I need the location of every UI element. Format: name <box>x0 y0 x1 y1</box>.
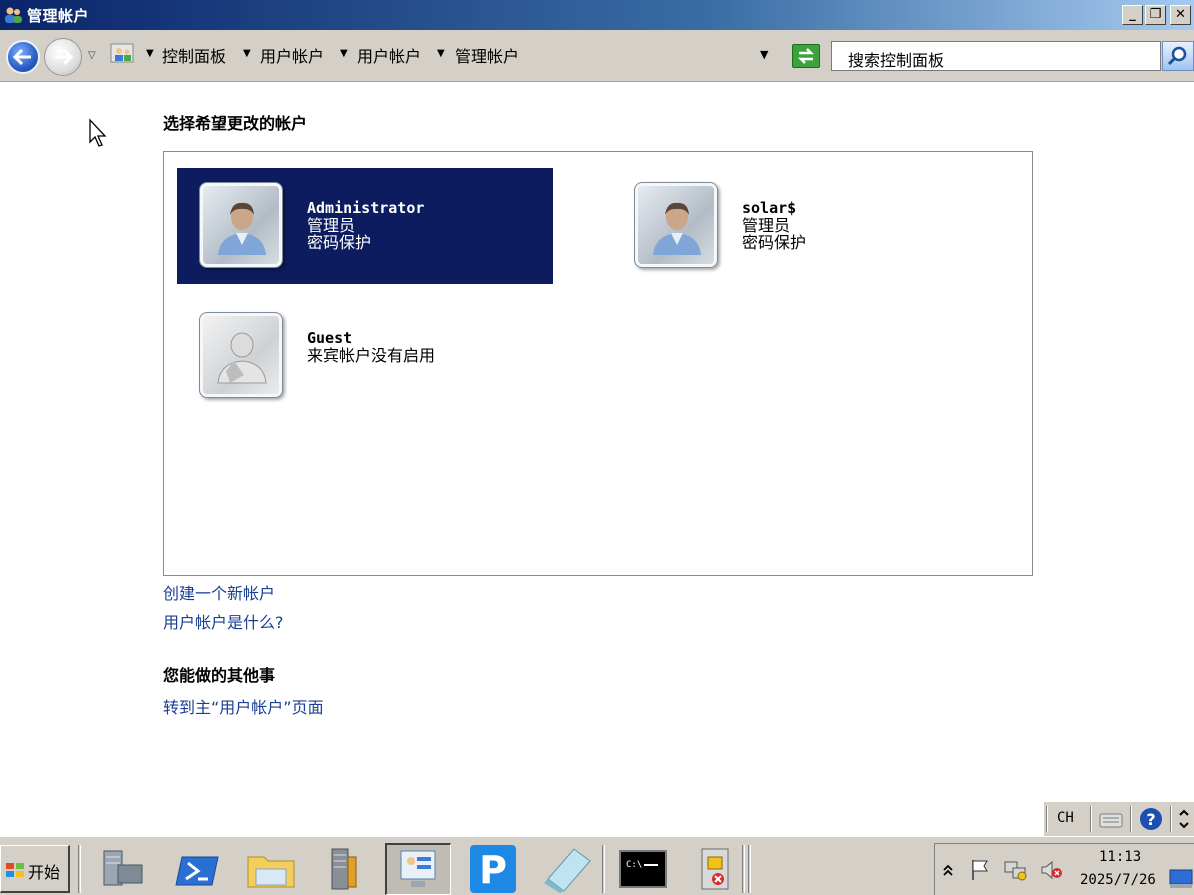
search-icon <box>1167 46 1187 66</box>
control-panel-taskbar-icon[interactable] <box>385 843 451 895</box>
refresh-icon <box>797 48 815 64</box>
forward-button[interactable] <box>44 38 82 76</box>
breadcrumb-manage-accounts[interactable]: 管理帐户 <box>455 43 519 67</box>
account-solar[interactable]: solar$ 管理员 密码保护 <box>612 168 988 284</box>
account-administrator[interactable]: Administrator 管理员 密码保护 <box>177 168 553 284</box>
close-button[interactable]: ✕ <box>1170 5 1191 25</box>
account-role: 管理员 <box>742 216 791 235</box>
start-label: 开始 <box>28 863 61 882</box>
page-title: 选择希望更改的帐户 <box>163 114 308 133</box>
account-name: Administrator <box>307 199 425 217</box>
account-name: solar$ <box>742 199 797 217</box>
svg-text:?: ? <box>1146 810 1155 829</box>
breadcrumb-separator-icon[interactable]: ▼ <box>340 48 348 59</box>
window-title: 管理帐户 <box>27 7 90 25</box>
file-explorer-icon[interactable] <box>238 843 304 895</box>
taskbar: 开始 P C:\ <box>0 836 1194 895</box>
langbar-separator <box>1130 806 1132 832</box>
breadcrumb-control-panel[interactable]: 控制面板 <box>162 43 226 67</box>
search-input[interactable]: 搜索控制面板 <box>831 41 1161 71</box>
langbar-options-icon[interactable] <box>1178 808 1190 830</box>
taskbar-separator <box>78 845 81 893</box>
language-bar: CH ? <box>1043 802 1194 836</box>
arrow-right-icon <box>55 48 73 66</box>
control-panel-icon <box>110 43 134 63</box>
network-icon[interactable] <box>1003 858 1029 882</box>
breadcrumb-separator-icon[interactable]: ▼ <box>437 48 445 59</box>
taskbar-separator <box>742 845 745 893</box>
language-indicator[interactable]: CH <box>1057 810 1074 826</box>
accounts-panel: Administrator 管理员 密码保护 solar$ 管理员 密码保护 G… <box>163 151 1033 576</box>
account-name: Guest <box>307 329 353 347</box>
back-button[interactable] <box>6 40 40 74</box>
other-tasks-heading: 您能做的其他事 <box>163 666 276 685</box>
account-status: 来宾帐户没有启用 <box>307 346 436 365</box>
mouse-cursor-icon <box>89 118 107 147</box>
refresh-button[interactable] <box>792 44 820 68</box>
what-is-account-link[interactable]: 用户帐户是什么? <box>163 609 284 633</box>
langbar-separator <box>1090 806 1092 832</box>
search-button[interactable] <box>1162 41 1194 71</box>
breadcrumb-separator-icon[interactable]: ▼ <box>146 48 154 59</box>
clock-time[interactable]: 11:13 <box>1099 849 1141 865</box>
volume-muted-icon[interactable] <box>1039 858 1065 882</box>
main-user-accounts-link[interactable]: 转到主“用户帐户”页面 <box>163 694 324 718</box>
powershell-icon[interactable] <box>166 843 232 895</box>
guest-avatar-icon <box>199 312 283 398</box>
user-accounts-icon <box>5 7 22 23</box>
account-guest[interactable]: Guest 来宾帐户没有启用 <box>177 298 553 414</box>
admin-tools-icon[interactable] <box>312 843 378 895</box>
taskbar-separator <box>602 845 605 893</box>
windows-logo-icon <box>6 863 24 877</box>
start-button[interactable]: 开始 <box>0 845 70 893</box>
search-placeholder: 搜索控制面板 <box>848 51 945 70</box>
breadcrumb-separator-icon[interactable]: ▼ <box>243 48 251 59</box>
minimize-button[interactable]: _ <box>1122 5 1143 25</box>
tray-expand-icon[interactable] <box>941 862 955 878</box>
taskbar-separator <box>748 845 751 893</box>
show-desktop-icon[interactable] <box>1169 868 1193 890</box>
user-avatar-icon <box>634 182 718 268</box>
langbar-separator <box>1170 806 1172 832</box>
arrow-left-icon <box>13 48 31 66</box>
account-status: 密码保护 <box>307 233 372 252</box>
p-app-icon[interactable]: P <box>460 843 526 895</box>
account-role: 管理员 <box>307 216 356 235</box>
notepad-icon[interactable] <box>534 843 600 895</box>
command-prompt-icon[interactable]: C:\ <box>610 843 676 895</box>
server-manager-icon[interactable] <box>92 843 158 895</box>
user-avatar-icon <box>199 182 283 268</box>
create-account-link[interactable]: 创建一个新帐户 <box>163 580 275 604</box>
security-icon[interactable] <box>684 843 750 895</box>
title-bar: 管理帐户 _ ❐ ✕ <box>0 0 1194 30</box>
keyboard-icon[interactable] <box>1098 808 1124 830</box>
account-status: 密码保护 <box>742 233 807 252</box>
svg-text:P: P <box>479 848 507 892</box>
help-icon[interactable]: ? <box>1138 806 1164 832</box>
breadcrumb-user-accounts[interactable]: 用户帐户 <box>260 43 324 67</box>
action-center-flag-icon[interactable] <box>969 858 991 882</box>
restore-button[interactable]: ❐ <box>1145 5 1166 25</box>
svg-text:C:\: C:\ <box>626 860 642 870</box>
breadcrumb-user-accounts-2[interactable]: 用户帐户 <box>357 43 421 67</box>
history-dropdown-icon[interactable]: ▽ <box>88 50 102 62</box>
clock-date[interactable]: 2025/7/26 <box>1080 872 1156 888</box>
address-dropdown-icon[interactable]: ▼ <box>760 48 768 61</box>
langbar-separator <box>1046 806 1048 832</box>
